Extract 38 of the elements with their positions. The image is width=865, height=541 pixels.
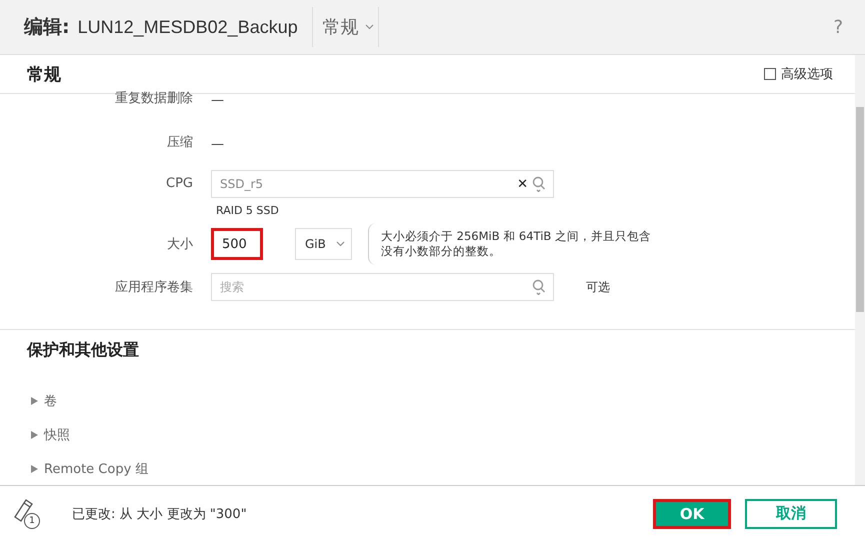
triangle-right-icon: [31, 431, 38, 439]
advanced-options-label: 高级选项: [781, 66, 833, 83]
pencil-icon: [12, 498, 34, 524]
clear-button[interactable]: ✕: [517, 178, 528, 190]
triangle-right-icon: [31, 397, 38, 405]
advanced-checkbox[interactable]: [764, 68, 776, 80]
optional-hint: 可选: [586, 278, 610, 296]
dialog-prefix: 编辑:: [24, 15, 70, 40]
field-label: 重复数据删除: [115, 90, 193, 107]
cpg-description: RAID 5 SSD: [216, 204, 280, 217]
unit-dropdown[interactable]: GiB: [295, 228, 352, 260]
help-button[interactable]: ?: [827, 16, 849, 38]
cancel-button[interactable]: 取消: [745, 498, 837, 528]
dialog-title: LUN12_MESDB02_Backup: [78, 16, 298, 38]
triangle-right-icon: [31, 465, 38, 473]
size-tooltip: 大小必须介于 256MiB 和 64TiB 之间，并且只包含没有小数部分的整数。: [368, 223, 653, 265]
scrollbar-thumb[interactable]: [856, 107, 864, 312]
change-message: 已更改: 从 大小 更改为 "300": [72, 506, 247, 522]
search-field[interactable]: 搜索: [211, 273, 554, 301]
section-title: 常规: [27, 64, 61, 86]
field-label: 压缩: [167, 134, 193, 151]
change-count-badge: 1: [24, 512, 40, 528]
chevron-down-icon: [336, 241, 345, 247]
collapsible-group[interactable]: Remote Copy 组: [27, 452, 148, 485]
field-value: —: [211, 92, 224, 108]
search-icon[interactable]: [532, 279, 546, 295]
field-label: CPG: [166, 176, 193, 191]
view-dropdown[interactable]: 常规: [322, 15, 374, 39]
collapsible-group[interactable]: 卷: [27, 384, 57, 418]
search-icon[interactable]: [532, 176, 546, 192]
field-label: 大小: [167, 236, 193, 253]
field-value: —: [211, 136, 224, 152]
field-label: 应用程序卷集: [115, 279, 193, 296]
collapsible-group[interactable]: 快照: [27, 418, 70, 452]
section-title: 保护和其他设置: [27, 340, 140, 360]
ok-button[interactable]: OK: [653, 498, 731, 528]
size-input[interactable]: 500: [211, 228, 263, 260]
chevron-down-icon: [364, 24, 374, 30]
